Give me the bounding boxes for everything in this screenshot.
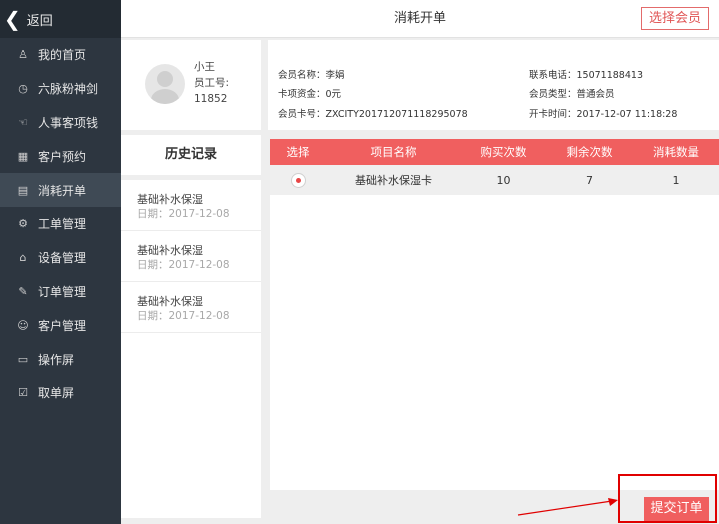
- staff-id: 11852: [194, 93, 228, 105]
- header-remaining: 剩余次数: [566, 145, 613, 159]
- timer-icon: ◷: [18, 82, 28, 96]
- member-funds: 卡项资金：0元: [278, 89, 342, 100]
- sidebar-item-4[interactable]: ▤ 消耗开单: [0, 173, 121, 207]
- consumed-count[interactable]: 1: [633, 174, 719, 187]
- sidebar-item-label: 订单管理: [38, 284, 87, 299]
- item-table: 选择 项目名称 购买次数 剩余次数 消耗数量 基础补水保湿卡 10 7 1: [270, 139, 719, 490]
- home-icon: ⌂: [19, 251, 27, 265]
- member-open-time: 开卡时间：2017-12-07 11:18:28: [529, 109, 678, 120]
- history-item[interactable]: 基础补水保湿日期：2017-12-08: [121, 231, 261, 282]
- sidebar-item-3[interactable]: ▦ 客户预约: [0, 139, 121, 173]
- sidebar-item-label: 工单管理: [38, 217, 87, 232]
- item-name: 基础补水保湿卡: [355, 174, 432, 187]
- edit-icon: ✎: [18, 284, 28, 298]
- monitor-icon: ▭: [17, 352, 29, 366]
- history-item-name: 基础补水保湿: [137, 244, 203, 257]
- person-icon: ♙: [18, 48, 28, 62]
- sidebar-item-label: 人事客项钱: [38, 115, 99, 130]
- page-title: 消耗开单: [393, 11, 446, 26]
- receipt-icon: ▤: [17, 183, 29, 197]
- annotation-highlight-box: [618, 474, 717, 523]
- history-item[interactable]: 基础补水保湿日期：2017-12-08: [121, 180, 261, 231]
- header-item-name: 项目名称: [370, 145, 417, 159]
- purchased-count: 10: [496, 173, 511, 187]
- back-button[interactable]: ❮ 返回: [0, 0, 121, 38]
- sidebar-item-label: 客户预约: [38, 149, 87, 164]
- sidebar-item-2[interactable]: ☜ 人事客项钱: [0, 106, 121, 140]
- member-card-number: 会员卡号：ZXCITY201712071118295078: [278, 109, 468, 120]
- member-phone: 联系电话：15071188413: [529, 70, 643, 81]
- history-title: 历史记录: [121, 135, 261, 175]
- sidebar-item-8[interactable]: ☺ 客户管理: [0, 308, 121, 342]
- sidebar-item-label: 取单屏: [38, 386, 75, 401]
- sidebar-item-label: 操作屏: [38, 352, 75, 367]
- member-name: 会员名称：李娟: [278, 70, 345, 81]
- calendar-icon: ▦: [17, 149, 29, 163]
- history-item-name: 基础补水保湿: [137, 295, 203, 308]
- sidebar-item-9[interactable]: ▭ 操作屏: [0, 342, 121, 376]
- staff-name: 小王: [194, 61, 215, 73]
- history-item-date: 日期：2017-12-08: [137, 259, 230, 271]
- users-icon: ☺: [17, 318, 29, 332]
- avatar: [145, 64, 185, 104]
- sidebar-item-label: 设备管理: [38, 251, 87, 266]
- table-header: 选择 项目名称 购买次数 剩余次数 消耗数量: [270, 139, 719, 165]
- sidebar-item-label: 消耗开单: [38, 183, 87, 198]
- history-item-name: 基础补水保湿: [137, 193, 203, 206]
- sidebar-item-label: 我的首页: [38, 48, 87, 63]
- sidebar-item-label: 六脉粉神剑: [38, 82, 99, 97]
- check-box-icon: ☑: [18, 386, 28, 400]
- table-row[interactable]: 基础补水保湿卡 10 7 1: [270, 165, 719, 195]
- history-item-date: 日期：2017-12-08: [137, 208, 230, 220]
- sidebar-item-0[interactable]: ♙ 我的首页: [0, 38, 121, 72]
- member-type: 会员类型：普通会员: [529, 89, 615, 100]
- history-list: 基础补水保湿 日期：2017-12-08 基础补水保湿 日期：2017-12-08 基础…: [121, 180, 261, 518]
- avatar-head-icon: [157, 71, 173, 87]
- member-info-panel: 会员名称：李娟 卡项资金：0元 会员卡号：ZXCITY2017120711182…: [268, 40, 719, 130]
- sidebar: ❮ 返回 ♙ 我的首页 ◷ 六脉粉神剑 ☜ 人事客项钱 ▦ 客户预约 ▤ 消耗开单 ⚙ 工单管理 ⌂ 设备…: [0, 0, 121, 524]
- header-bar: 消耗开单 选择会员: [121, 0, 719, 38]
- header-consumed: 消耗数量: [653, 145, 699, 159]
- sidebar-item-5[interactable]: ⚙ 工单管理: [0, 207, 121, 241]
- annotation-arrow-icon: [517, 498, 618, 516]
- staff-id-label: 员工号:: [194, 77, 230, 89]
- back-label: 返回: [26, 13, 53, 29]
- remaining-count: 7: [586, 173, 593, 187]
- chevron-left-icon: ❮: [4, 7, 21, 31]
- select-radio[interactable]: [290, 172, 306, 188]
- gear-icon: ⚙: [18, 217, 28, 231]
- header-purchased: 购买次数: [480, 145, 527, 159]
- staff-profile: 小王 员工号: 11852: [121, 40, 261, 130]
- sidebar-item-7[interactable]: ✎ 订单管理: [0, 275, 121, 309]
- sidebar-item-10[interactable]: ☑ 取单屏: [0, 376, 121, 410]
- header-select: 选择: [286, 145, 310, 159]
- hand-icon: ☜: [18, 115, 28, 129]
- sidebar-item-6[interactable]: ⌂ 设备管理: [0, 241, 121, 275]
- sidebar-item-1[interactable]: ◷ 六脉粉神剑: [0, 72, 121, 106]
- history-item[interactable]: 基础补水保湿日期：2017-12-08: [121, 282, 261, 333]
- history-item-date: 日期：2017-12-08: [137, 310, 230, 322]
- sidebar-item-label: 客户管理: [38, 318, 87, 333]
- avatar-body-icon: [151, 89, 179, 104]
- select-member-button[interactable]: 选择会员: [640, 7, 709, 30]
